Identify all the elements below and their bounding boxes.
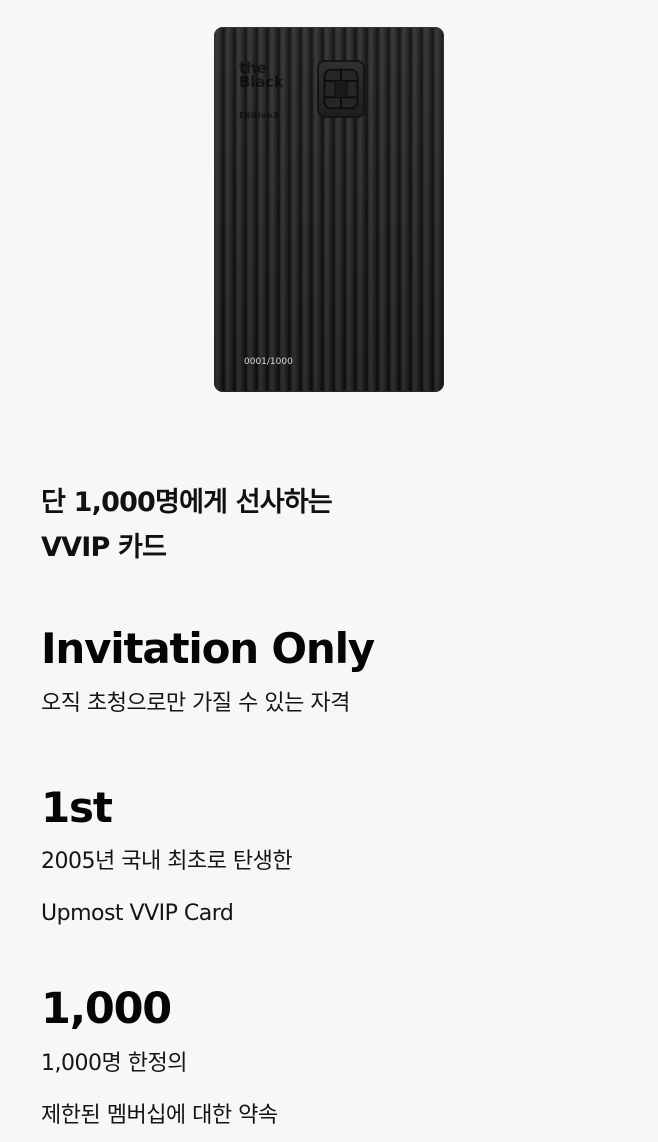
- first-card-description: 2005년 국내 최초로 탄생한 Upmost VVIP Card: [41, 836, 293, 940]
- member-limit-description-line-2: 제한된 멤버십에 대한 약속: [41, 1103, 278, 1128]
- card-edition-label: Edition3: [239, 111, 279, 120]
- card-brand-line-2: Black: [239, 73, 284, 92]
- invitation-only-description: 오직 초청으로만 가질 수 있는 자격: [41, 678, 350, 730]
- member-limit-title: 1,000: [41, 984, 172, 1034]
- headline-line-1: 단 1,000명에게 선사하는: [41, 487, 333, 518]
- first-card-title: 1st: [41, 783, 113, 832]
- first-card-description-line-1: 2005년 국내 최초로 탄생한: [41, 849, 293, 874]
- first-card-description-line-2: Upmost VVIP Card: [41, 901, 234, 926]
- invitation-only-title: Invitation Only: [41, 624, 375, 673]
- product-card-image: the Black Edition3 0001/1000: [214, 27, 444, 392]
- member-limit-description: 1,000명 한정의 제한된 멤버십에 대한 약속: [41, 1038, 278, 1142]
- headline-line-2: VVIP 카드: [41, 532, 167, 563]
- chip-icon: [317, 60, 365, 118]
- card-brand-mark: the Black: [239, 60, 299, 92]
- card-serial-number: 0001/1000: [244, 357, 293, 367]
- member-limit-description-line-1: 1,000명 한정의: [41, 1051, 187, 1076]
- invitation-only-description-line: 오직 초청으로만 가질 수 있는 자격: [41, 691, 350, 716]
- vvip-card-headline: 단 1,000명에게 선사하는 VVIP 카드: [41, 480, 461, 570]
